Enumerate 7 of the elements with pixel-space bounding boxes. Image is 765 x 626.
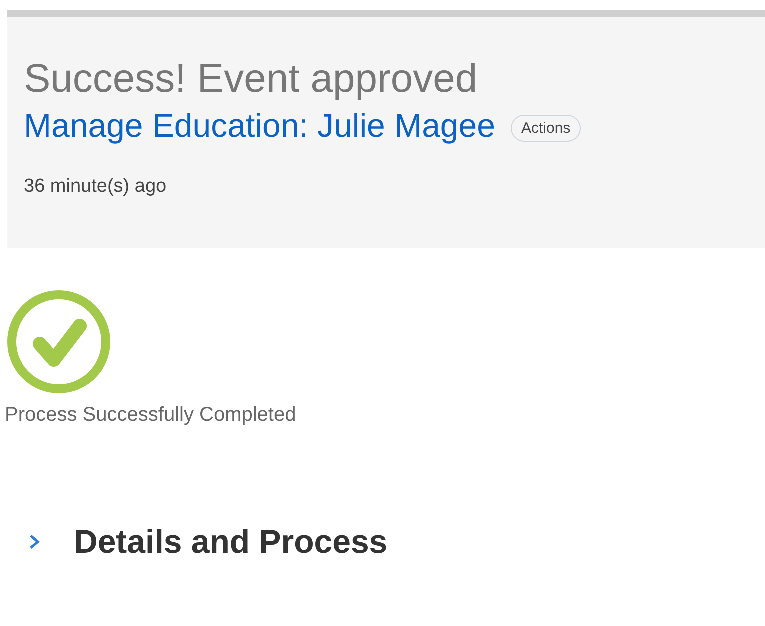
section-heading[interactable]: Details and Process [74,523,388,561]
check-circle-icon [7,290,111,394]
status-text: Process Successfully Completed [5,404,298,427]
page-title: Success! Event approved [24,56,479,102]
event-link[interactable]: Manage Education: Julie Magee [24,106,496,146]
actions-button[interactable]: Actions [511,114,581,142]
timestamp: 36 minute(s) ago [24,176,168,198]
